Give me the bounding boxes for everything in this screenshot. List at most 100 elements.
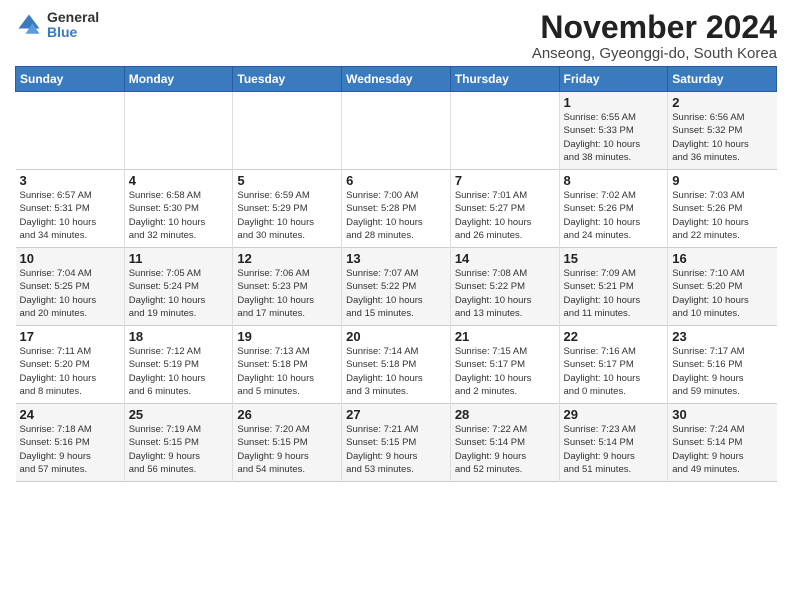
month-title: November 2024 (532, 10, 777, 45)
day-info: Sunrise: 7:07 AM Sunset: 5:22 PM Dayligh… (346, 267, 446, 320)
day-info: Sunrise: 6:59 AM Sunset: 5:29 PM Dayligh… (237, 189, 337, 242)
logo-blue: Blue (47, 25, 99, 40)
day-cell-1-0: 3Sunrise: 6:57 AM Sunset: 5:31 PM Daylig… (16, 170, 125, 248)
header-friday: Friday (559, 67, 668, 92)
day-cell-2-6: 16Sunrise: 7:10 AM Sunset: 5:20 PM Dayli… (668, 248, 777, 326)
day-number: 4 (129, 173, 229, 188)
day-number: 10 (20, 251, 120, 266)
day-number: 2 (672, 95, 772, 110)
day-cell-1-4: 7Sunrise: 7:01 AM Sunset: 5:27 PM Daylig… (450, 170, 559, 248)
day-number: 21 (455, 329, 555, 344)
logo: General Blue (15, 10, 99, 41)
day-cell-3-6: 23Sunrise: 7:17 AM Sunset: 5:16 PM Dayli… (668, 326, 777, 404)
day-info: Sunrise: 7:03 AM Sunset: 5:26 PM Dayligh… (672, 189, 772, 242)
day-info: Sunrise: 7:12 AM Sunset: 5:19 PM Dayligh… (129, 345, 229, 398)
day-number: 24 (20, 407, 120, 422)
calendar-table: Sunday Monday Tuesday Wednesday Thursday… (15, 66, 777, 482)
day-number: 6 (346, 173, 446, 188)
day-info: Sunrise: 6:55 AM Sunset: 5:33 PM Dayligh… (564, 111, 664, 164)
day-cell-0-2 (233, 92, 342, 170)
week-row-2: 3Sunrise: 6:57 AM Sunset: 5:31 PM Daylig… (16, 170, 777, 248)
day-info: Sunrise: 7:16 AM Sunset: 5:17 PM Dayligh… (564, 345, 664, 398)
day-number: 13 (346, 251, 446, 266)
header-monday: Monday (124, 67, 233, 92)
day-number: 29 (564, 407, 664, 422)
week-row-1: 1Sunrise: 6:55 AM Sunset: 5:33 PM Daylig… (16, 92, 777, 170)
day-cell-0-0 (16, 92, 125, 170)
day-cell-2-3: 13Sunrise: 7:07 AM Sunset: 5:22 PM Dayli… (342, 248, 451, 326)
day-cell-0-5: 1Sunrise: 6:55 AM Sunset: 5:33 PM Daylig… (559, 92, 668, 170)
day-cell-2-4: 14Sunrise: 7:08 AM Sunset: 5:22 PM Dayli… (450, 248, 559, 326)
day-info: Sunrise: 7:24 AM Sunset: 5:14 PM Dayligh… (672, 423, 772, 476)
day-cell-4-3: 27Sunrise: 7:21 AM Sunset: 5:15 PM Dayli… (342, 404, 451, 482)
day-info: Sunrise: 7:06 AM Sunset: 5:23 PM Dayligh… (237, 267, 337, 320)
header-wednesday: Wednesday (342, 67, 451, 92)
day-info: Sunrise: 7:11 AM Sunset: 5:20 PM Dayligh… (20, 345, 120, 398)
day-cell-1-5: 8Sunrise: 7:02 AM Sunset: 5:26 PM Daylig… (559, 170, 668, 248)
day-number: 23 (672, 329, 772, 344)
day-cell-1-6: 9Sunrise: 7:03 AM Sunset: 5:26 PM Daylig… (668, 170, 777, 248)
day-info: Sunrise: 7:13 AM Sunset: 5:18 PM Dayligh… (237, 345, 337, 398)
day-number: 27 (346, 407, 446, 422)
title-block: November 2024 Anseong, Gyeonggi-do, Sout… (532, 10, 777, 62)
day-number: 26 (237, 407, 337, 422)
day-number: 15 (564, 251, 664, 266)
week-row-5: 24Sunrise: 7:18 AM Sunset: 5:16 PM Dayli… (16, 404, 777, 482)
day-cell-3-1: 18Sunrise: 7:12 AM Sunset: 5:19 PM Dayli… (124, 326, 233, 404)
day-info: Sunrise: 7:04 AM Sunset: 5:25 PM Dayligh… (20, 267, 120, 320)
day-cell-4-6: 30Sunrise: 7:24 AM Sunset: 5:14 PM Dayli… (668, 404, 777, 482)
day-cell-3-3: 20Sunrise: 7:14 AM Sunset: 5:18 PM Dayli… (342, 326, 451, 404)
day-number: 7 (455, 173, 555, 188)
header-thursday: Thursday (450, 67, 559, 92)
page-header: General Blue November 2024 Anseong, Gyeo… (15, 10, 777, 62)
day-info: Sunrise: 7:09 AM Sunset: 5:21 PM Dayligh… (564, 267, 664, 320)
day-info: Sunrise: 7:19 AM Sunset: 5:15 PM Dayligh… (129, 423, 229, 476)
day-cell-2-2: 12Sunrise: 7:06 AM Sunset: 5:23 PM Dayli… (233, 248, 342, 326)
logo-general: General (47, 10, 99, 25)
day-cell-0-4 (450, 92, 559, 170)
day-number: 25 (129, 407, 229, 422)
day-info: Sunrise: 7:22 AM Sunset: 5:14 PM Dayligh… (455, 423, 555, 476)
day-info: Sunrise: 7:10 AM Sunset: 5:20 PM Dayligh… (672, 267, 772, 320)
day-number: 30 (672, 407, 772, 422)
day-info: Sunrise: 7:02 AM Sunset: 5:26 PM Dayligh… (564, 189, 664, 242)
week-row-3: 10Sunrise: 7:04 AM Sunset: 5:25 PM Dayli… (16, 248, 777, 326)
header-row: Sunday Monday Tuesday Wednesday Thursday… (16, 67, 777, 92)
day-info: Sunrise: 7:14 AM Sunset: 5:18 PM Dayligh… (346, 345, 446, 398)
day-number: 9 (672, 173, 772, 188)
day-number: 8 (564, 173, 664, 188)
day-info: Sunrise: 7:17 AM Sunset: 5:16 PM Dayligh… (672, 345, 772, 398)
day-cell-3-5: 22Sunrise: 7:16 AM Sunset: 5:17 PM Dayli… (559, 326, 668, 404)
day-info: Sunrise: 7:08 AM Sunset: 5:22 PM Dayligh… (455, 267, 555, 320)
day-cell-0-3 (342, 92, 451, 170)
day-number: 20 (346, 329, 446, 344)
day-number: 1 (564, 95, 664, 110)
week-row-4: 17Sunrise: 7:11 AM Sunset: 5:20 PM Dayli… (16, 326, 777, 404)
day-cell-4-2: 26Sunrise: 7:20 AM Sunset: 5:15 PM Dayli… (233, 404, 342, 482)
logo-icon (15, 11, 43, 39)
page-container: General Blue November 2024 Anseong, Gyeo… (0, 0, 792, 487)
day-cell-3-0: 17Sunrise: 7:11 AM Sunset: 5:20 PM Dayli… (16, 326, 125, 404)
day-cell-4-1: 25Sunrise: 7:19 AM Sunset: 5:15 PM Dayli… (124, 404, 233, 482)
day-number: 3 (20, 173, 120, 188)
day-cell-2-1: 11Sunrise: 7:05 AM Sunset: 5:24 PM Dayli… (124, 248, 233, 326)
day-info: Sunrise: 6:57 AM Sunset: 5:31 PM Dayligh… (20, 189, 120, 242)
day-cell-1-3: 6Sunrise: 7:00 AM Sunset: 5:28 PM Daylig… (342, 170, 451, 248)
day-number: 18 (129, 329, 229, 344)
day-cell-2-5: 15Sunrise: 7:09 AM Sunset: 5:21 PM Dayli… (559, 248, 668, 326)
day-info: Sunrise: 7:23 AM Sunset: 5:14 PM Dayligh… (564, 423, 664, 476)
day-number: 22 (564, 329, 664, 344)
day-info: Sunrise: 6:58 AM Sunset: 5:30 PM Dayligh… (129, 189, 229, 242)
day-number: 16 (672, 251, 772, 266)
day-info: Sunrise: 7:21 AM Sunset: 5:15 PM Dayligh… (346, 423, 446, 476)
day-cell-0-1 (124, 92, 233, 170)
day-info: Sunrise: 7:05 AM Sunset: 5:24 PM Dayligh… (129, 267, 229, 320)
day-number: 12 (237, 251, 337, 266)
header-tuesday: Tuesday (233, 67, 342, 92)
day-cell-4-0: 24Sunrise: 7:18 AM Sunset: 5:16 PM Dayli… (16, 404, 125, 482)
day-number: 17 (20, 329, 120, 344)
day-number: 11 (129, 251, 229, 266)
day-number: 14 (455, 251, 555, 266)
day-cell-1-1: 4Sunrise: 6:58 AM Sunset: 5:30 PM Daylig… (124, 170, 233, 248)
day-number: 5 (237, 173, 337, 188)
